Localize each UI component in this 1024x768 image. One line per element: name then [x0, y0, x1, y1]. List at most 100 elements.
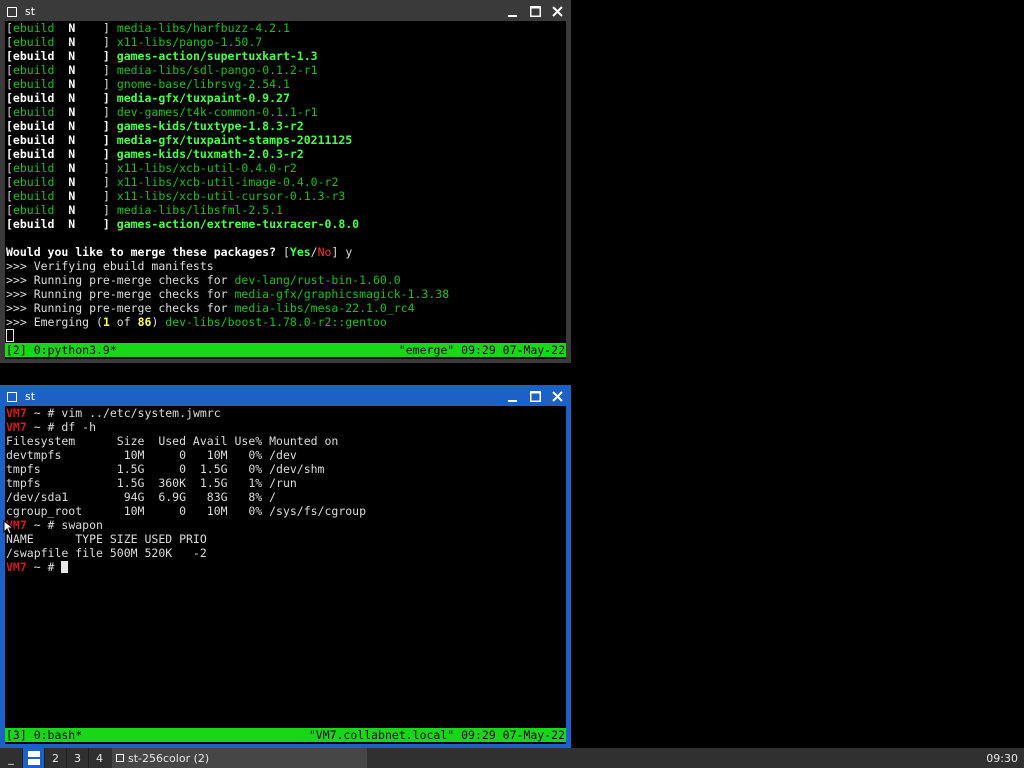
terminal-line: [ebuild N ] games-action/extreme-tuxrace…: [6, 217, 359, 231]
terminal-line: [ebuild N ] x11-libs/pango-1.50.7: [6, 35, 262, 49]
terminal-text: games-action/supertuxkart-1.3: [116, 49, 318, 63]
terminal-text: x11-libs/xcb-util-0.4.0-r2: [116, 161, 297, 175]
terminal-output[interactable]: [3] 0:bash* "VM7.collabnet.local" 09:29 …: [5, 406, 566, 744]
terminal-text: VM7: [6, 560, 27, 574]
terminal-text: N: [54, 21, 103, 35]
terminal-text: N: [54, 175, 103, 189]
taskbar-task-button[interactable]: st-256color (2): [112, 748, 367, 768]
terminal-text: x11-libs/xcb-util-image-0.4.0-r2: [116, 175, 339, 189]
close-button[interactable]: [546, 3, 568, 20]
window-icon[interactable]: [7, 391, 17, 402]
tmux-window-list[interactable]: [2] 0:python3.9*: [6, 343, 117, 357]
tmux-status-right: "VM7.collabnet.local" 09:29 07-May-22: [308, 728, 565, 742]
terminal-text: >>> Running pre-merge checks for: [6, 287, 235, 301]
window-icon[interactable]: [7, 6, 17, 17]
terminal-cursor: [61, 561, 69, 573]
maximize-icon: [529, 6, 541, 17]
terminal-text: N: [54, 35, 103, 49]
terminal-text: VM7: [6, 420, 27, 434]
terminal-text: [ebuild N ]: [6, 147, 117, 161]
terminal-text: ]: [102, 63, 117, 77]
task-label: st-256color (2): [128, 751, 210, 765]
terminal-text: ]: [102, 189, 117, 203]
tmux-status-right: "emerge" 09:29 07-May-22: [398, 343, 565, 357]
terminal-text: [ebuild N ]: [6, 119, 117, 133]
terminal-text: 1: [102, 315, 110, 329]
terminal-text: [: [6, 105, 13, 119]
window-icon: [116, 754, 124, 762]
window-title: st: [25, 5, 36, 18]
window-title: st: [25, 390, 36, 403]
root-menu-label: _: [8, 751, 14, 765]
desktop-label: 4: [96, 751, 103, 765]
terminal-text: ~ # vim ../etc/system.jwmrc: [26, 406, 221, 420]
terminal-text: [: [6, 63, 13, 77]
terminal-line: [ebuild N ] media-libs/sdl-pango-0.1.2-r…: [6, 63, 318, 77]
terminal-text: ]: [102, 35, 117, 49]
terminal-text: [: [6, 189, 13, 203]
terminal-line: [ebuild N ] games-action/supertuxkart-1.…: [6, 49, 318, 63]
terminal-text: x11-libs/xcb-util-cursor-0.1.3-r3: [116, 189, 346, 203]
clock[interactable]: 09:30: [986, 752, 1018, 765]
minimize-button[interactable]: [502, 388, 524, 405]
window-titlebar[interactable]: st: [3, 3, 568, 20]
terminal-window-bash[interactable]: st [3] 0:bash* "VM7.collabnet.local" 09:…: [0, 385, 571, 748]
mouse-pointer-icon: [3, 520, 15, 535]
close-button[interactable]: [546, 388, 568, 405]
terminal-text: ]: [102, 161, 117, 175]
window-titlebar[interactable]: st: [3, 388, 568, 405]
terminal-text: ebuild: [12, 161, 55, 175]
desktop-4-button[interactable]: 4: [88, 748, 110, 768]
terminal-line: [ebuild N ] media-libs/libsfml-2.5.1: [6, 203, 283, 217]
terminal-text: dev-games/t4k-common-0.1.1-r1: [116, 105, 318, 119]
maximize-button[interactable]: [524, 388, 546, 405]
terminal-text: [: [6, 77, 13, 91]
terminal-text: [: [6, 203, 13, 217]
terminal-text: [ebuild N ]: [6, 217, 117, 231]
terminal-line: Filesystem Size Used Avail Use% Mounted …: [6, 434, 338, 448]
terminal-text: games-action/extreme-tuxracer-0.8.0: [116, 217, 360, 231]
terminal-line: VM7 ~ #: [6, 560, 69, 574]
minimize-button[interactable]: [502, 3, 524, 20]
terminal-line: [ebuild N ] x11-libs/xcb-util-image-0.4.…: [6, 175, 338, 189]
terminal-line: VM7 ~ # df -h: [6, 420, 96, 434]
desktop-3-button[interactable]: 3: [66, 748, 88, 768]
desktop-label: 2: [52, 751, 59, 765]
terminal-line: [ebuild N ] x11-libs/xcb-util-cursor-0.1…: [6, 189, 345, 203]
terminal-text: Filesystem Size Used Avail Use% Mounted …: [6, 434, 339, 448]
terminal-output[interactable]: [2] 0:python3.9* "emerge" 09:29 07-May-2…: [5, 21, 566, 359]
terminal-cursor-line: [6, 329, 14, 343]
terminal-line: tmpfs 1.5G 0 1.5G 0% /dev/shm: [6, 462, 325, 476]
terminal-line: devtmpfs 10M 0 10M 0% /dev: [6, 448, 297, 462]
terminal-line: NAME TYPE SIZE USED PRIO: [6, 532, 207, 546]
terminal-text: media-libs/mesa-22.1.0_rc4: [234, 301, 415, 315]
desktop-2-button[interactable]: 2: [44, 748, 66, 768]
terminal-text: N: [54, 63, 103, 77]
terminal-text: N: [54, 203, 103, 217]
terminal-line: [ebuild N ] media-gfx/tuxpaint-0.9.27: [6, 91, 290, 105]
terminal-line: >>> Verifying ebuild manifests: [6, 259, 214, 273]
terminal-text: ebuild: [12, 105, 55, 119]
terminal-text: media-libs/sdl-pango-0.1.2-r1: [116, 63, 318, 77]
terminal-text: dev-libs/boost-1.78.0-r2::gentoo: [165, 315, 387, 329]
terminal-text: >>> Emerging (: [6, 315, 103, 329]
terminal-window-emerge[interactable]: st [2] 0:python3.9* "emerge" 09:29 07-Ma…: [0, 0, 571, 363]
terminal-line: VM7 ~ # swapon: [6, 518, 103, 532]
root-menu-button[interactable]: _: [0, 748, 22, 768]
terminal-line: [ebuild N ] games-kids/tuxtype-1.8.3-r2: [6, 119, 304, 133]
maximize-icon: [529, 391, 541, 402]
terminal-text: [ebuild N ]: [6, 133, 117, 147]
tmux-window-list[interactable]: [3] 0:bash*: [6, 728, 82, 742]
terminal-text: ebuild: [12, 203, 55, 217]
terminal-line: [ebuild N ] gnome-base/librsvg-2.54.1: [6, 77, 290, 91]
desktop-1-button[interactable]: [22, 748, 44, 768]
terminal-text: ebuild: [12, 189, 55, 203]
maximize-button[interactable]: [524, 3, 546, 20]
terminal-text: /: [310, 245, 318, 259]
terminal-text: games-kids/tuxtype-1.8.3-r2: [116, 119, 304, 133]
terminal-line: cgroup_root 10M 0 10M 0% /sys/fs/cgroup: [6, 504, 366, 518]
terminal-text: [: [6, 175, 13, 189]
tmux-status-bar: [2] 0:python3.9* "emerge" 09:29 07-May-2…: [5, 343, 566, 357]
terminal-text: [: [282, 245, 290, 259]
terminal-text: cgroup_root 10M 0 10M 0% /sys/fs/cgroup: [6, 504, 367, 518]
